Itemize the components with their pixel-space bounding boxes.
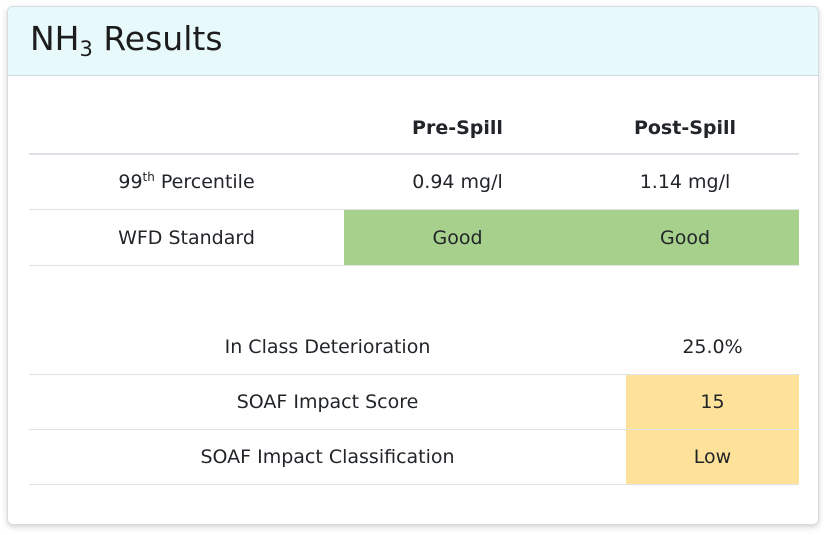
title-subscript: 3	[79, 37, 93, 61]
table-row: In Class Deterioration 25.0%	[29, 320, 799, 375]
column-header-blank	[29, 103, 344, 155]
table-header-row: Pre-Spill Post-Spill	[29, 103, 799, 155]
spill-comparison-table: Pre-Spill Post-Spill 99th Percentile 0.9…	[29, 103, 799, 266]
soaf-impact-score-label: SOAF Impact Score	[29, 374, 626, 430]
percentile-pre-spill-value: 0.94 mg/l	[344, 154, 571, 210]
impact-table: In Class Deterioration 25.0% SOAF Impact…	[29, 320, 799, 485]
percentile-label-suffix-sup: th	[142, 170, 155, 184]
wfd-post-spill-status: Good	[571, 209, 799, 266]
soaf-impact-score-value: 15	[626, 374, 799, 430]
card-title: NH3 Results	[30, 22, 223, 60]
wfd-standard-label: WFD Standard	[29, 209, 344, 266]
column-header-pre-spill: Pre-Spill	[344, 103, 571, 155]
wfd-pre-spill-status: Good	[344, 209, 571, 266]
table-row: WFD Standard Good Good	[29, 209, 799, 266]
title-prefix: NH	[30, 19, 80, 58]
table-row: 99th Percentile 0.94 mg/l 1.14 mg/l	[29, 154, 799, 210]
card-header: NH3 Results	[8, 7, 818, 76]
table-row: SOAF Impact Score 15	[29, 374, 799, 430]
percentile-label-number: 99	[118, 171, 143, 193]
title-suffix: Results	[92, 19, 223, 58]
percentile-post-spill-value: 1.14 mg/l	[571, 154, 799, 210]
soaf-impact-classification-label: SOAF Impact Classification	[29, 429, 626, 485]
percentile-label: 99th Percentile	[29, 154, 344, 210]
table-row: SOAF Impact Classification Low	[29, 429, 799, 485]
column-header-post-spill: Post-Spill	[571, 103, 799, 155]
in-class-deterioration-label: In Class Deterioration	[29, 320, 626, 375]
soaf-impact-classification-value: Low	[626, 429, 799, 485]
percentile-label-text: Percentile	[154, 171, 255, 193]
results-card: NH3 Results Pre-Spill Post-Spill 99th Pe…	[7, 6, 819, 525]
in-class-deterioration-value: 25.0%	[626, 320, 799, 375]
